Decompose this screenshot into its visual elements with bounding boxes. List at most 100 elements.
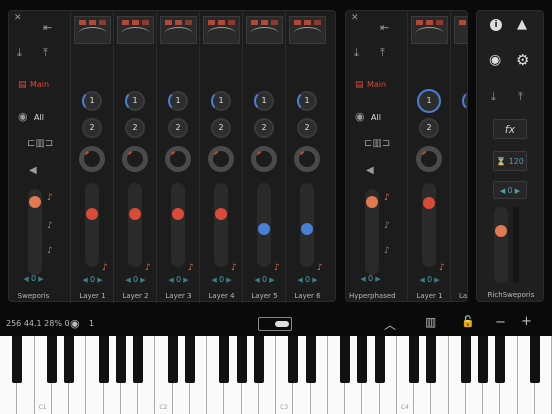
speaker-icon[interactable]: ◀: [29, 166, 37, 176]
layer-thumbnail[interactable]: [203, 16, 240, 44]
midi-input-icon[interactable]: ◉: [70, 317, 80, 330]
send2-knob[interactable]: 2: [297, 118, 317, 138]
master-fader[interactable]: [28, 189, 42, 275]
black-key[interactable]: [184, 336, 195, 383]
black-key[interactable]: [409, 336, 419, 383]
zoom-in-button[interactable]: +: [521, 314, 532, 329]
black-key[interactable]: [340, 336, 350, 383]
layer-fader[interactable]: [85, 183, 99, 267]
pan-knob[interactable]: [79, 146, 105, 172]
layer-value[interactable]: ◀ 0 ▶: [286, 275, 329, 284]
layer-value[interactable]: ◀ 0 ▶: [114, 275, 157, 284]
black-key[interactable]: [12, 336, 23, 383]
layer-value[interactable]: ◀ 0 ▶: [200, 275, 243, 284]
layer-value[interactable]: ◀ 0 ▶: [157, 275, 200, 284]
midi-channel-label[interactable]: All: [34, 113, 44, 122]
layer-value[interactable]: ◀ 0 ▶: [243, 275, 286, 284]
layer-value[interactable]: ◀ 0 ▶: [408, 275, 451, 284]
keyboard-range-icon[interactable]: ⊏▥⊐: [27, 139, 53, 149]
send2-knob[interactable]: 2: [168, 118, 188, 138]
master-fader-handle[interactable]: [366, 196, 378, 208]
black-key[interactable]: [357, 336, 368, 383]
send1-knob[interactable]: 1: [125, 91, 145, 111]
import-icon[interactable]: ⤓: [491, 91, 496, 102]
layer-thumbnail[interactable]: [289, 16, 326, 44]
black-key[interactable]: [495, 336, 506, 383]
send1-knob[interactable]: 1: [82, 91, 102, 111]
black-key[interactable]: [98, 336, 109, 383]
pan-knob[interactable]: [122, 146, 148, 172]
layer-fader[interactable]: [171, 183, 185, 267]
send1-knob[interactable]: 1: [211, 91, 231, 111]
send1-knob[interactable]: 1: [297, 91, 317, 111]
send2-knob[interactable]: 2: [82, 118, 102, 138]
black-key[interactable]: [288, 336, 299, 383]
black-key[interactable]: [305, 336, 316, 383]
send2-knob[interactable]: 2: [419, 118, 439, 138]
fader-handle[interactable]: [86, 208, 98, 220]
keyboard-icon[interactable]: ▥: [425, 315, 436, 329]
layer-fader[interactable]: [128, 183, 142, 267]
master-value[interactable]: ◀ 0 ▶: [349, 274, 392, 283]
info-icon[interactable]: i: [490, 19, 502, 31]
pan-knob[interactable]: [208, 146, 234, 172]
master-fader[interactable]: [365, 189, 379, 275]
import-icon[interactable]: ⤓: [354, 47, 359, 58]
speaker-icon[interactable]: ◀: [366, 166, 374, 176]
collapse-icon[interactable]: ⇤: [380, 22, 389, 33]
export-icon[interactable]: ⤒: [518, 91, 523, 102]
collapse-icon[interactable]: ⇤: [43, 22, 52, 33]
send1-knob[interactable]: 1: [168, 91, 188, 111]
black-key[interactable]: [426, 336, 437, 383]
fader-handle[interactable]: [172, 208, 184, 220]
modwheel-control[interactable]: [258, 317, 292, 331]
layer-thumbnail[interactable]: [246, 16, 283, 44]
send2-knob[interactable]: 2: [211, 118, 231, 138]
layer-thumbnail[interactable]: [74, 16, 111, 44]
import-icon[interactable]: ⤓: [17, 47, 22, 58]
layer-fader[interactable]: [214, 183, 228, 267]
layer-thumbnail[interactable]: [454, 16, 467, 44]
export-icon[interactable]: ⤒: [380, 47, 385, 58]
lock-icon[interactable]: 🔓: [461, 315, 475, 328]
black-key[interactable]: [253, 336, 264, 383]
close-icon[interactable]: ✕: [14, 14, 22, 23]
send2-knob[interactable]: 2: [125, 118, 145, 138]
layer-thumbnail[interactable]: [411, 16, 448, 44]
zoom-out-button[interactable]: −: [495, 315, 506, 330]
pan-knob[interactable]: [294, 146, 320, 172]
black-key[interactable]: [374, 336, 385, 383]
black-key[interactable]: [478, 336, 488, 383]
pan-knob[interactable]: [416, 146, 442, 172]
black-key[interactable]: [167, 336, 178, 383]
layer-value[interactable]: ◀ 0 ▶: [71, 275, 114, 284]
black-key[interactable]: [46, 336, 57, 383]
transpose-stepper[interactable]: ◀ 0 ▶: [493, 181, 527, 199]
black-key[interactable]: [236, 336, 247, 383]
send1-knob[interactable]: 1: [254, 91, 274, 111]
close-icon[interactable]: ✕: [351, 14, 359, 23]
fader-handle[interactable]: [129, 208, 141, 220]
fader-handle[interactable]: [301, 223, 313, 235]
layer-fader[interactable]: [257, 183, 271, 267]
send1-knob[interactable]: 1: [417, 89, 441, 113]
piano-keyboard[interactable]: C1 C2 C3 C4: [0, 336, 552, 414]
black-key[interactable]: [64, 336, 74, 383]
black-key[interactable]: [460, 336, 471, 383]
black-key[interactable]: [529, 336, 540, 383]
black-key[interactable]: [115, 336, 126, 383]
midi-port-icon[interactable]: ◉: [489, 52, 501, 68]
chevron-up-icon[interactable]: ︿: [384, 316, 396, 333]
master-value[interactable]: ◀ 0 ▶: [12, 274, 55, 283]
fader-handle[interactable]: [423, 197, 435, 209]
layer-thumbnail[interactable]: [117, 16, 154, 44]
fx-button[interactable]: fx: [493, 119, 527, 139]
pan-knob[interactable]: [165, 146, 191, 172]
keyboard-range-icon[interactable]: ⊏▥⊐: [364, 139, 390, 149]
black-key[interactable]: [219, 336, 230, 383]
export-icon[interactable]: ⤒: [43, 47, 48, 58]
midi-channel-label[interactable]: All: [371, 113, 381, 122]
send1-knob[interactable]: [462, 91, 467, 111]
output-group-label[interactable]: Main: [30, 80, 49, 89]
master-fader-handle[interactable]: [29, 196, 41, 208]
